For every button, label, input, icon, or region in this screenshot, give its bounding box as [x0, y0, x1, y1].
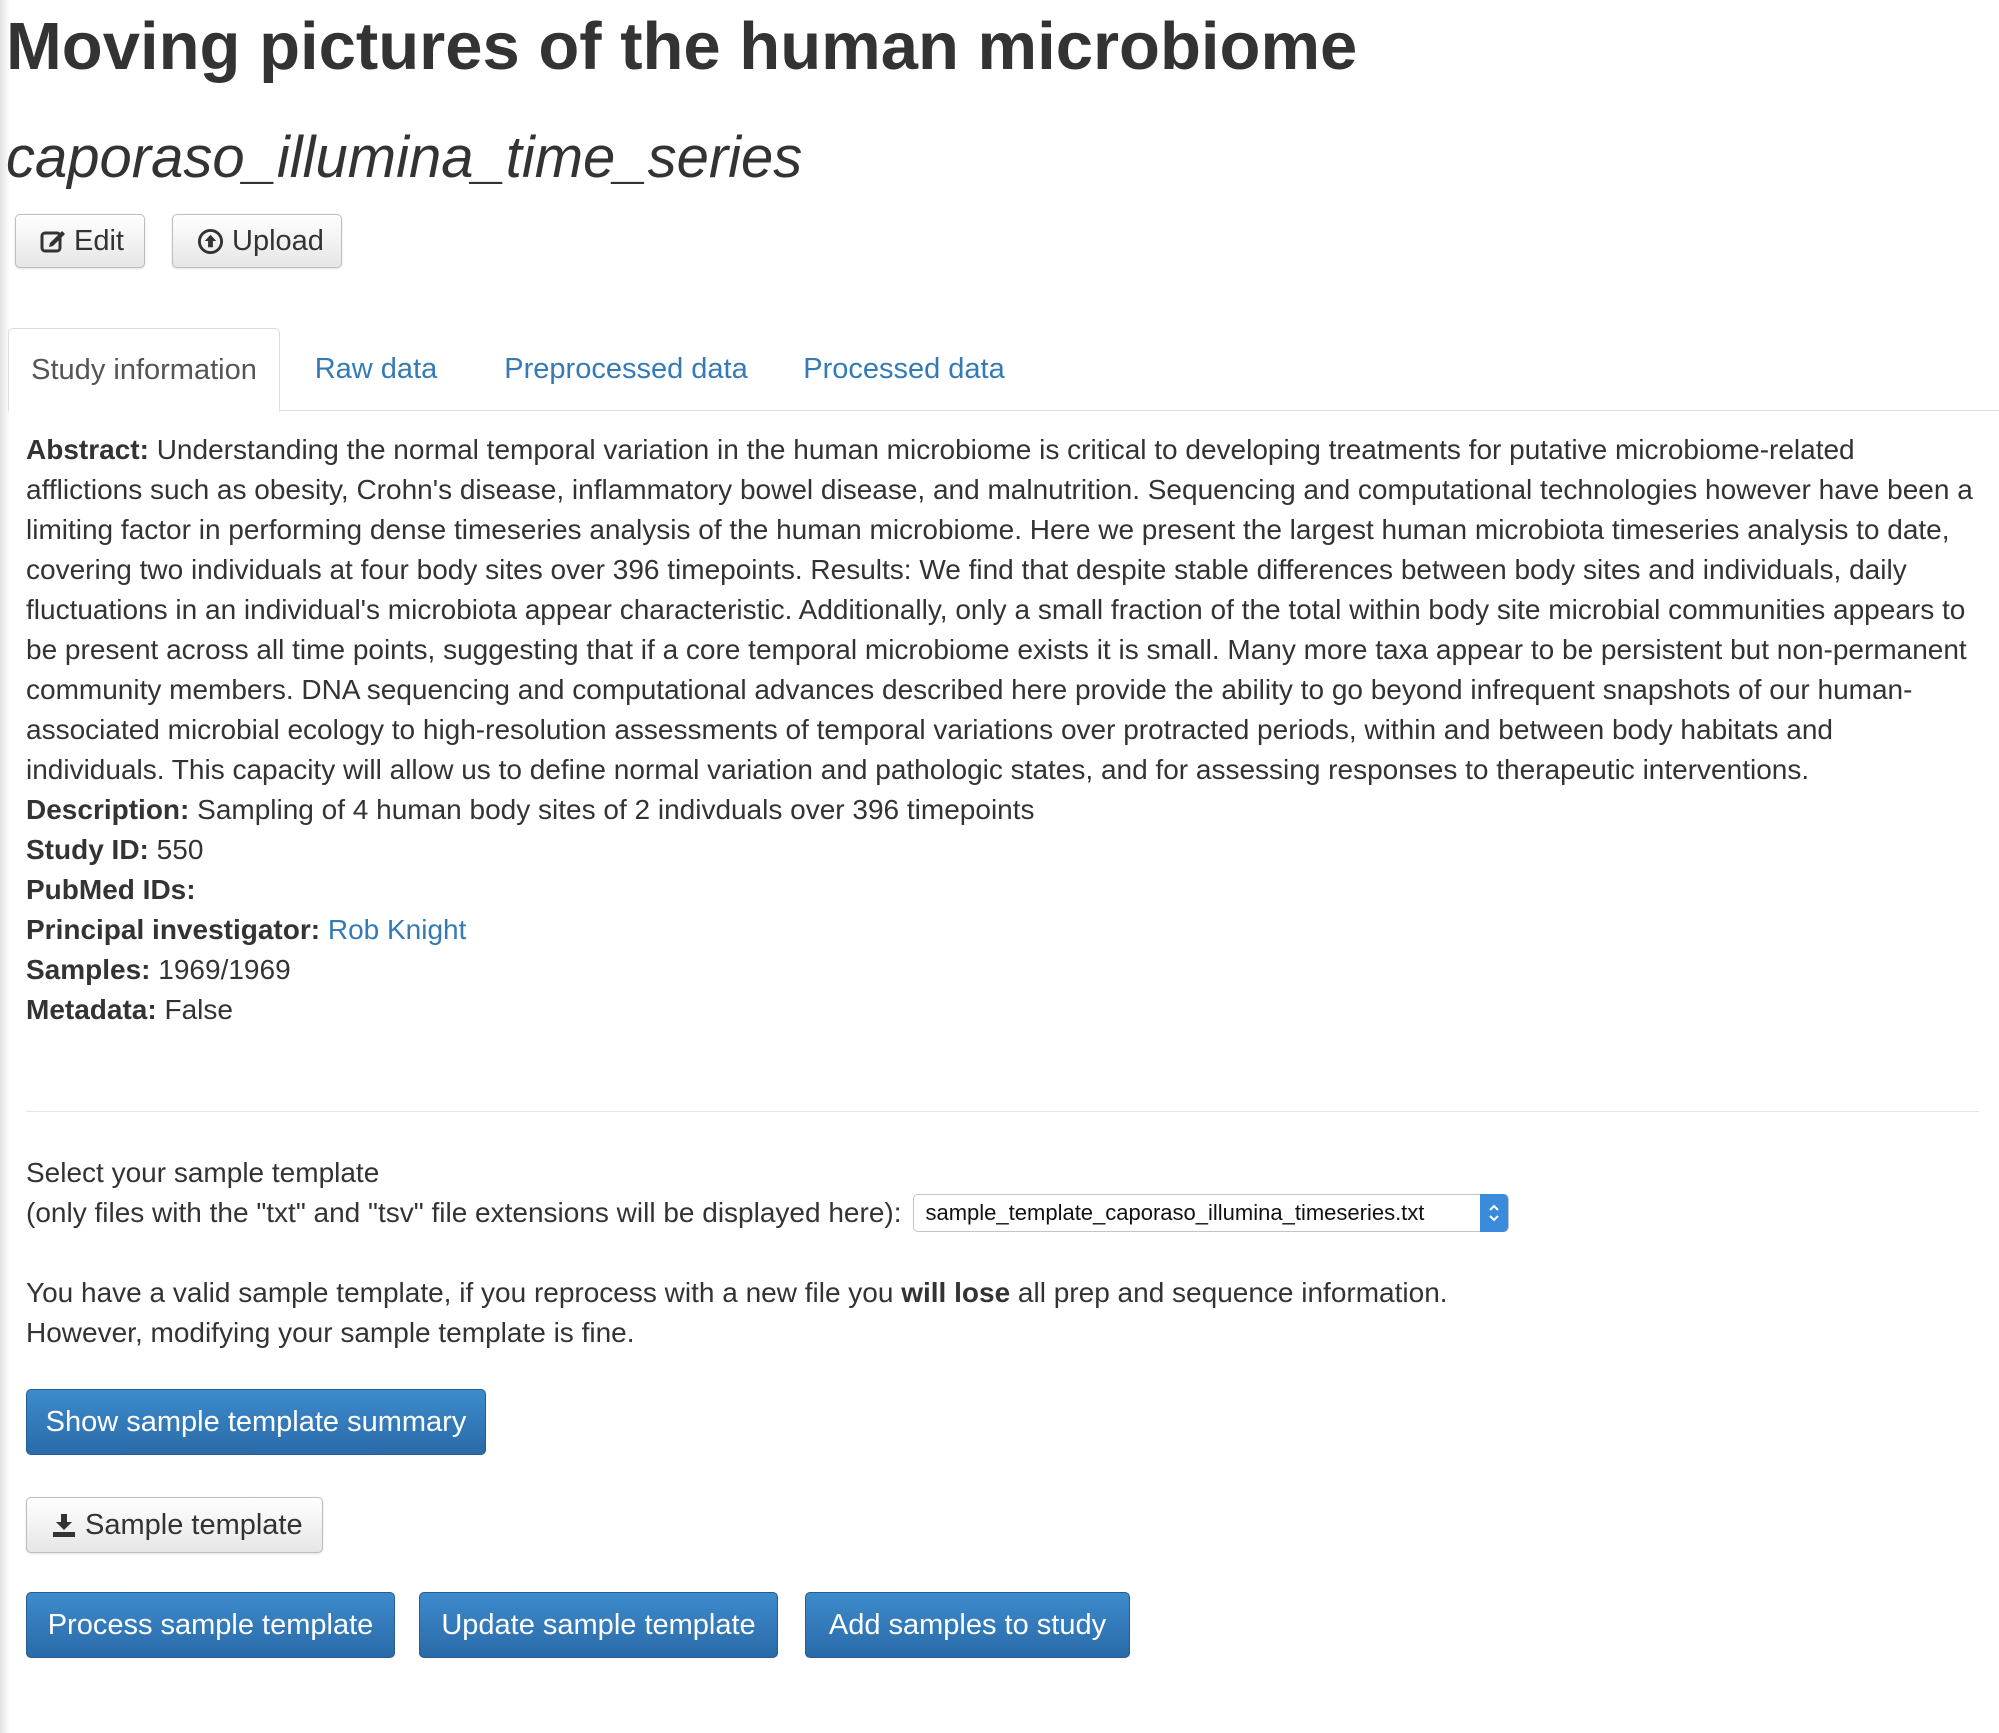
- upload-button[interactable]: Upload: [172, 214, 342, 268]
- download-icon: [51, 1512, 77, 1538]
- description-row: Description: Sampling of 4 human body si…: [26, 790, 1976, 830]
- warning-text-post: all prep and sequence information.: [1010, 1277, 1448, 1308]
- sample-template-select-section: Select your sample template (only files …: [26, 1153, 1509, 1233]
- tab-study-information[interactable]: Study information: [8, 328, 280, 412]
- sample-template-select[interactable]: sample_template_caporaso_illumina_timese…: [912, 1194, 1509, 1232]
- warning-line-1: You have a valid sample template, if you…: [26, 1273, 1448, 1313]
- samples-value: 1969/1969: [158, 954, 291, 985]
- metadata-label: Metadata:: [26, 994, 157, 1025]
- tab-raw-data[interactable]: Raw data: [296, 328, 456, 410]
- page: Moving pictures of the human microbiome …: [0, 0, 1999, 1733]
- samples-row: Samples: 1969/1969: [26, 950, 1976, 990]
- select-arrows-icon: [1479, 1194, 1508, 1232]
- edit-button[interactable]: Edit: [15, 214, 145, 268]
- abstract-label: Abstract:: [26, 434, 149, 465]
- add-samples-button[interactable]: Add samples to study: [805, 1592, 1130, 1658]
- sample-template-warning: You have a valid sample template, if you…: [26, 1273, 1448, 1353]
- select-line: (only files with the "txt" and "tsv" fil…: [26, 1193, 1509, 1233]
- description-label: Description:: [26, 794, 190, 825]
- download-sample-template-button[interactable]: Sample template: [26, 1497, 323, 1553]
- warning-text-pre: You have a valid sample template, if you…: [26, 1277, 902, 1308]
- study-id-value: 550: [156, 834, 204, 865]
- page-title: Moving pictures of the human microbiome: [6, 9, 1358, 84]
- edit-icon: [40, 228, 66, 254]
- download-button-label: Sample template: [85, 1508, 303, 1541]
- tab-preprocessed-data[interactable]: Preprocessed data: [486, 328, 766, 410]
- abstract-text: Understanding the normal temporal variat…: [26, 434, 1973, 785]
- upload-icon: [197, 228, 224, 255]
- page-subtitle: caporaso_illumina_time_series: [6, 125, 803, 190]
- description-value: Sampling of 4 human body sites of 2 indi…: [197, 794, 1035, 825]
- select-heading: Select your sample template: [26, 1157, 380, 1188]
- select-note: (only files with the "txt" and "tsv" fil…: [26, 1197, 902, 1228]
- edit-button-label: Edit: [74, 224, 124, 257]
- metadata-value: False: [164, 994, 233, 1025]
- metadata-row: Metadata: False: [26, 990, 1976, 1030]
- process-sample-template-button[interactable]: Process sample template: [26, 1592, 395, 1658]
- tab-processed-data[interactable]: Processed data: [784, 328, 1024, 410]
- section-divider: [26, 1111, 1979, 1112]
- warning-line-2: However, modifying your sample template …: [26, 1317, 635, 1348]
- pi-link[interactable]: Rob Knight: [328, 914, 467, 945]
- page-edge-shadow: [0, 0, 10, 1733]
- samples-label: Samples:: [26, 954, 151, 985]
- pi-label: Principal investigator:: [26, 914, 321, 945]
- selected-file: sample_template_caporaso_illumina_timese…: [925, 1200, 1425, 1225]
- pubmed-row: PubMed IDs:: [26, 870, 1976, 910]
- show-summary-button[interactable]: Show sample template summary: [26, 1389, 486, 1455]
- study-id-label: Study ID:: [26, 834, 149, 865]
- study-info-panel: Abstract: Understanding the normal tempo…: [26, 430, 1976, 1030]
- tab-bar: Study information Raw data Preprocessed …: [8, 328, 1999, 412]
- study-id-row: Study ID: 550: [26, 830, 1976, 870]
- update-sample-template-button[interactable]: Update sample template: [419, 1592, 778, 1658]
- abstract-row: Abstract: Understanding the normal tempo…: [26, 430, 1976, 790]
- upload-button-label: Upload: [232, 224, 324, 257]
- pi-row: Principal investigator: Rob Knight: [26, 910, 1976, 950]
- warning-text-bold: will lose: [901, 1277, 1011, 1308]
- pubmed-label: PubMed IDs:: [26, 874, 196, 905]
